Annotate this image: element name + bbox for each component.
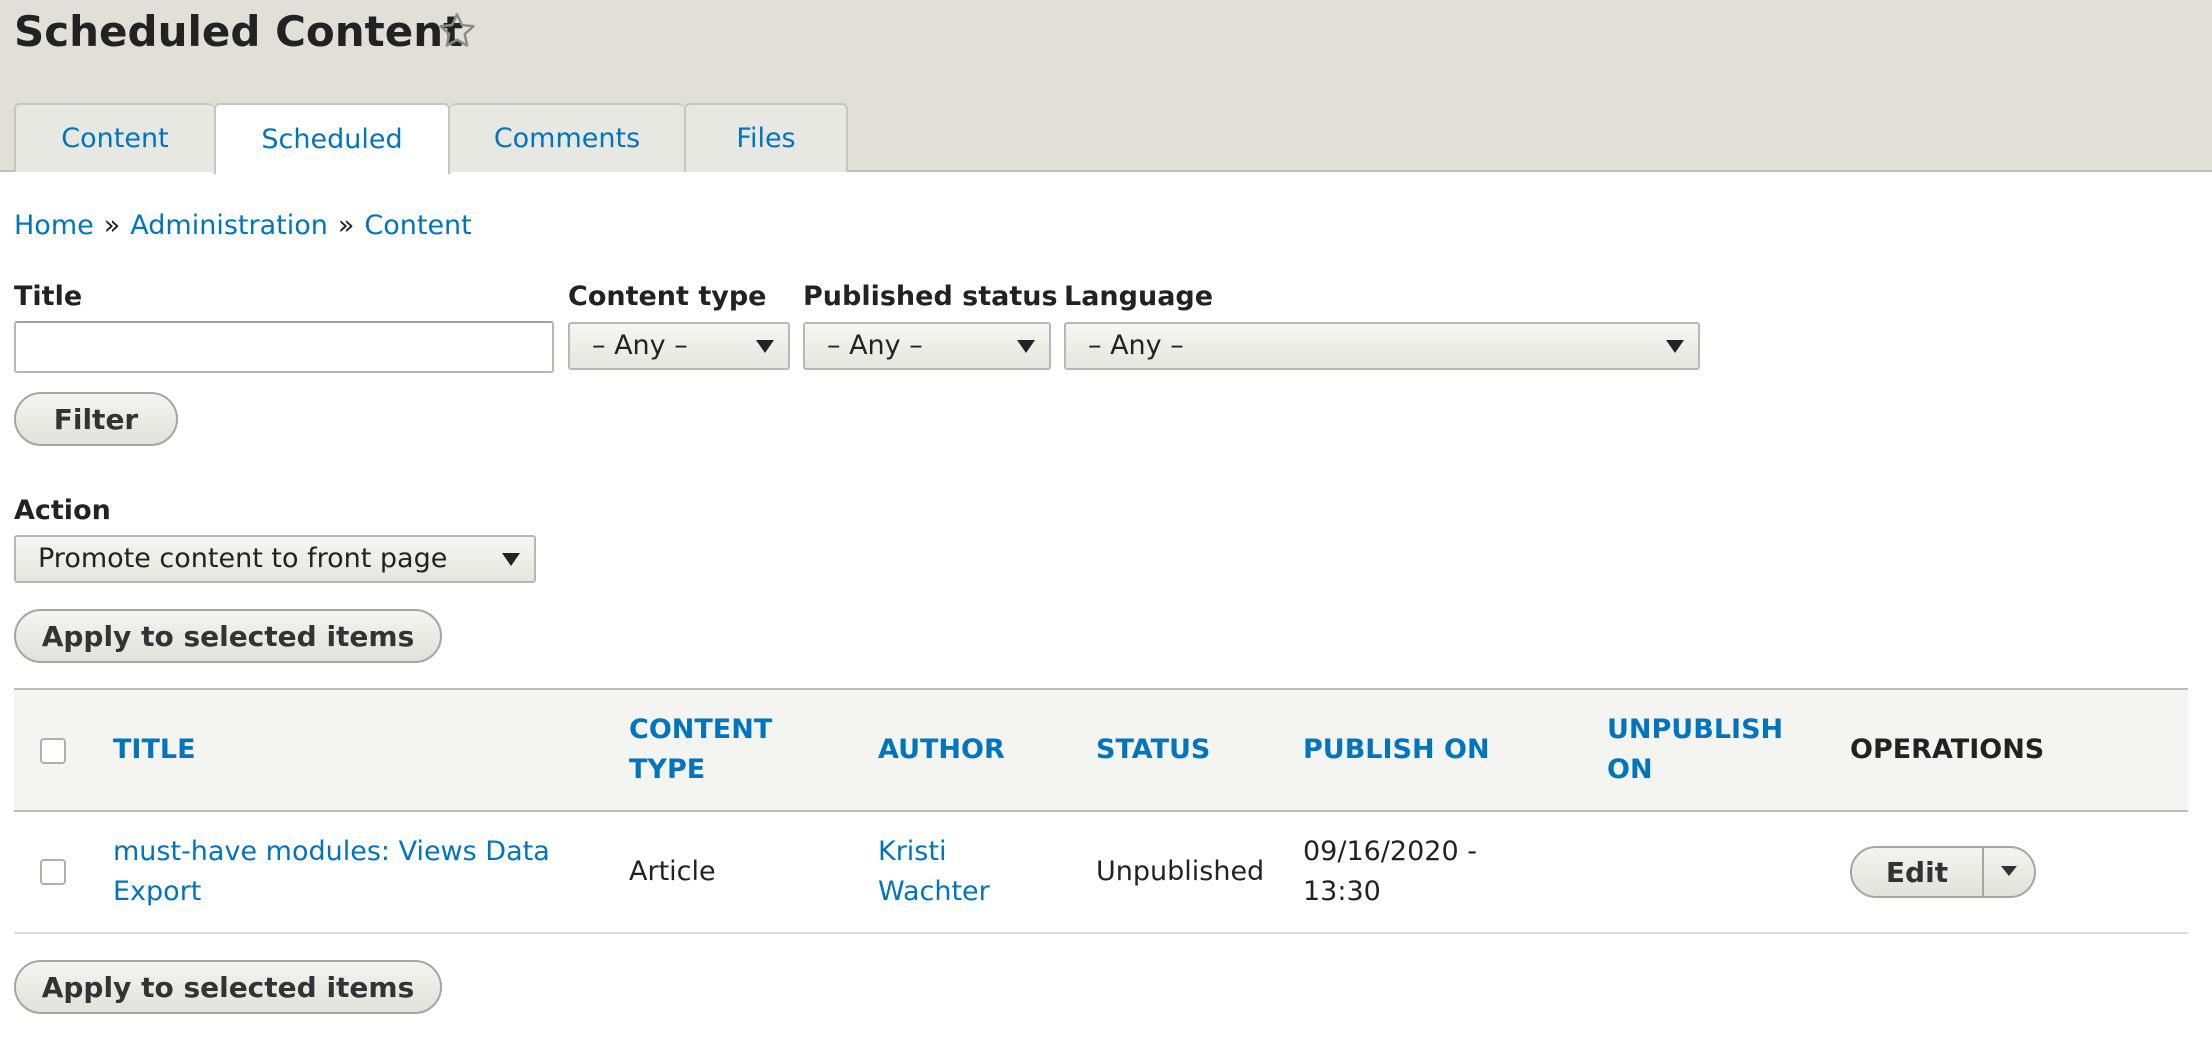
chevron-down-icon [1017,340,1035,353]
title-filter-input[interactable] [14,321,554,373]
tab-content[interactable]: Content [14,103,214,172]
column-header-label: OPERATIONS [1850,734,2045,765]
column-header-status[interactable]: STATUS [1096,690,1210,810]
tab-scheduled[interactable]: Scheduled [214,103,450,174]
published-status-select[interactable]: – Any – [803,322,1051,370]
content-type-value: – Any – [592,330,688,361]
page-title: Scheduled Content [14,7,464,56]
select-all-checkbox[interactable] [40,738,66,764]
column-header-label: UNPUBLISH ON [1607,714,1784,785]
content-type-text: Article [629,856,716,887]
title-filter-label: Title [14,281,83,312]
language-value: – Any – [1088,330,1184,361]
column-header-operations: OPERATIONS [1850,690,2044,810]
breadcrumb: Home » Administration » Content [14,208,472,244]
published-status-label: Published status [803,281,1058,312]
tab-label: Scheduled [261,124,403,155]
language-select[interactable]: – Any – [1064,322,1700,370]
chevron-down-icon [502,553,520,566]
cell-status: Unpublished [1096,812,1264,932]
chevron-down-icon [1666,340,1684,353]
tab-label: Content [61,123,169,154]
page-header: Scheduled Content Content Scheduled Comm… [0,0,2212,174]
operations-toggle[interactable] [1986,848,2034,896]
breadcrumb-separator: » [103,210,121,241]
status-text: Unpublished [1096,856,1265,887]
content-type-label: Content type [568,281,767,312]
publish-on-text: 09/16/2020 - 13:30 [1303,836,1477,907]
chevron-down-icon [2001,866,2017,876]
column-header-author[interactable]: AUTHOR [878,690,1005,810]
column-header-publish-on[interactable]: PUBLISH ON [1303,690,1490,810]
table-row: must-have modules: Views Data Export Art… [14,812,2188,934]
tab-label: Comments [493,123,641,154]
cell-content-type: Article [629,812,716,932]
tab-files[interactable]: Files [684,103,848,172]
cell-author: Kristi Wachter [878,812,1018,932]
apply-selected-button-bottom[interactable]: Apply to selected items [14,960,442,1014]
column-header-label: PUBLISH ON [1303,734,1490,765]
breadcrumb-home[interactable]: Home [14,210,94,241]
filter-button[interactable]: Filter [14,392,178,446]
author-link[interactable]: Kristi Wachter [878,832,1018,912]
row-select-checkbox[interactable] [40,859,66,885]
star-icon[interactable] [436,10,478,52]
column-header-label: TITLE [113,734,196,765]
cell-publish-on: 09/16/2020 - 13:30 [1303,812,1503,932]
action-label: Action [14,495,111,526]
language-label: Language [1064,281,1214,312]
apply-selected-button-top[interactable]: Apply to selected items [14,609,442,663]
action-value: Promote content to front page [38,543,448,574]
cell-title: must-have modules: Views Data Export [113,812,553,932]
published-status-value: – Any – [827,330,923,361]
edit-button[interactable]: Edit [1852,848,1984,896]
action-select[interactable]: Promote content to front page [14,535,536,583]
table-header: TITLE CONTENT TYPE AUTHOR STATUS PUBLISH… [14,688,2188,812]
content-title-link[interactable]: must-have modules: Views Data Export [113,832,553,912]
chevron-down-icon [756,340,774,353]
column-header-content-type[interactable]: CONTENT TYPE [629,690,779,810]
breadcrumb-content[interactable]: Content [364,210,471,241]
scheduled-content-table: TITLE CONTENT TYPE AUTHOR STATUS PUBLISH… [14,688,2188,934]
operations-dropbutton: Edit [1850,846,2036,898]
breadcrumb-separator: » [337,210,355,241]
primary-tabs: Content Scheduled Comments Files [14,103,848,174]
tab-label: Files [736,123,796,154]
breadcrumb-administration[interactable]: Administration [130,210,328,241]
tab-comments[interactable]: Comments [450,103,684,172]
content-type-select[interactable]: – Any – [568,322,790,370]
column-header-title[interactable]: TITLE [113,690,196,810]
column-header-label: CONTENT TYPE [629,714,773,785]
column-header-label: STATUS [1096,734,1211,765]
column-header-unpublish-on[interactable]: UNPUBLISH ON [1607,690,1783,810]
column-header-label: AUTHOR [878,734,1005,765]
